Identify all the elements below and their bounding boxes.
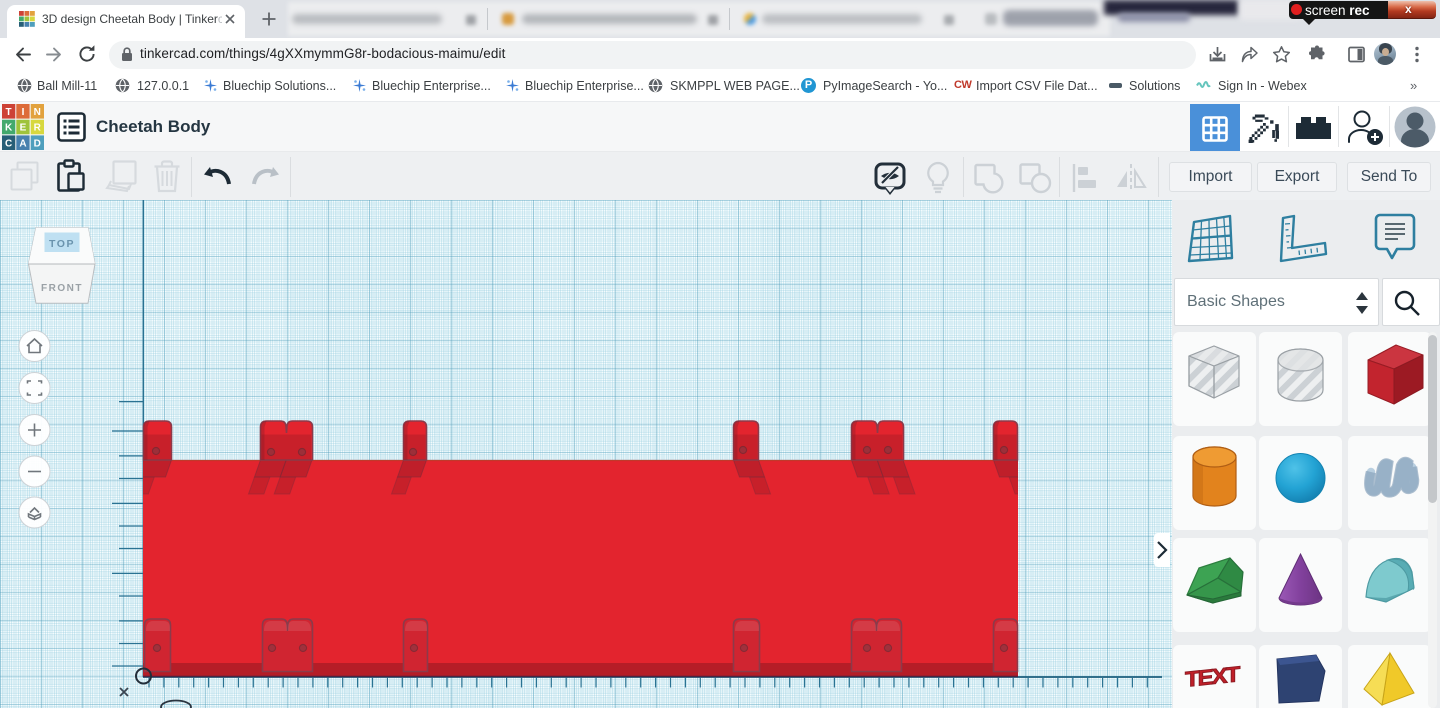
svg-text:I: I bbox=[22, 107, 25, 118]
svg-text:A: A bbox=[19, 138, 26, 149]
svg-text:R: R bbox=[34, 123, 42, 134]
svg-text:TOP: TOP bbox=[49, 238, 75, 250]
svg-text:T: T bbox=[6, 107, 12, 118]
svg-text:N: N bbox=[34, 107, 41, 118]
svg-text:TEXT: TEXT bbox=[1185, 661, 1240, 691]
svg-text:C: C bbox=[5, 138, 12, 149]
svg-text:D: D bbox=[34, 138, 41, 149]
svg-text:FRONT: FRONT bbox=[41, 283, 83, 294]
svg-text:K: K bbox=[5, 123, 13, 134]
svg-text:E: E bbox=[20, 123, 27, 134]
